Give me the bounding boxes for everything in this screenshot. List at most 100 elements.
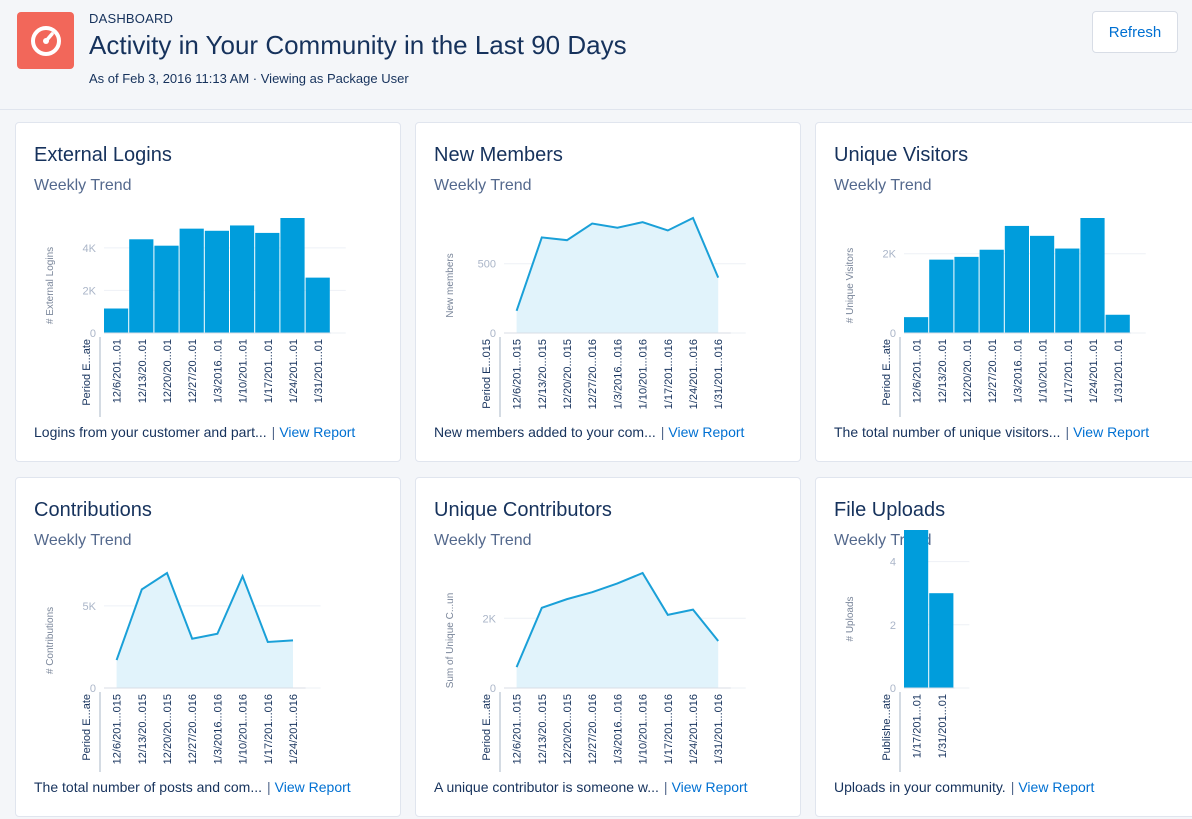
chart-bar[interactable] xyxy=(154,245,179,333)
x-tick-label: 12/13/20...015 xyxy=(137,694,149,764)
chart-bar[interactable] xyxy=(1030,235,1055,333)
y-tick-label: 0 xyxy=(890,683,896,695)
card-footer: New members added to your com... | View Re… xyxy=(434,424,744,440)
view-report-link[interactable]: View Report xyxy=(275,779,351,795)
dashboard-card: Unique Visitors Weekly Trend The total num… xyxy=(815,122,1192,462)
chart-bar[interactable] xyxy=(204,230,229,333)
dashboard-eyebrow: DASHBOARD xyxy=(89,11,174,26)
card-footer: A unique contributor is someone w... | Vie… xyxy=(434,779,748,795)
chart-bar[interactable] xyxy=(230,225,255,333)
x-tick-label: 1/3/2016...01 xyxy=(212,339,224,403)
y-tick-label: 0 xyxy=(90,683,96,695)
view-report-link[interactable]: View Report xyxy=(672,779,748,795)
view-report-link[interactable]: View Report xyxy=(1018,779,1094,795)
chart-bar[interactable] xyxy=(1080,218,1105,333)
chart-bar[interactable] xyxy=(929,593,954,688)
card-description: New members added to your com... xyxy=(434,424,656,440)
chart-area xyxy=(516,218,719,333)
chart: 0 5K # Contributions Period E...ate 12/6/201… xyxy=(45,571,321,772)
chart-bar[interactable] xyxy=(179,228,204,333)
x-tick-label: 12/20/20...01 xyxy=(162,339,174,403)
chart: 0 2 4 # Uploads Publishe...ate 1/17/201...01 1… xyxy=(845,530,970,772)
chart-bar[interactable] xyxy=(1055,248,1080,333)
card-description: The total number of posts and com... xyxy=(34,779,263,795)
footer-separator: | xyxy=(1010,779,1015,795)
y-axis-label: # Unique Visitors xyxy=(845,248,856,323)
card-description: Logins from your customer and part... xyxy=(34,424,267,440)
card-description: A unique contributor is someone w... xyxy=(434,779,659,795)
x-tick-label: 12/6/201...01 xyxy=(112,339,124,403)
y-tick-label: 0 xyxy=(490,683,496,695)
chart-bar[interactable] xyxy=(979,249,1004,333)
y-tick-label: 2K xyxy=(483,613,497,625)
x-tick-label: 1/10/201...01 xyxy=(238,339,250,403)
dashboard-card: File Uploads Weekly Trend Uploads in your … xyxy=(815,477,1192,817)
dashboard-card: New Members Weekly Trend New members added… xyxy=(415,122,801,462)
x-tick-label: 12/27/20...01 xyxy=(987,339,999,403)
card-footer: The total number of unique visitors... | V… xyxy=(834,424,1149,440)
chart-bar[interactable] xyxy=(104,308,129,333)
x-tick-label: 1/10/201...016 xyxy=(238,694,250,764)
page-title: Activity in Your Community in the Last 9… xyxy=(89,30,627,60)
x-tick-label: 12/13/20...01 xyxy=(937,339,949,403)
x-tick-label: 1/31/201...01 xyxy=(313,339,325,403)
card-footer: Uploads in your community. | View Report xyxy=(834,779,1094,795)
y-tick-label: 2K xyxy=(83,285,97,297)
chart-bar[interactable] xyxy=(255,232,280,333)
view-report-link[interactable]: View Report xyxy=(668,424,744,440)
page-subtitle: As of Feb 3, 2016 11:13 AM · Viewing as … xyxy=(89,71,409,86)
x-tick-label: 12/6/201...01 xyxy=(912,339,924,403)
x-axis-label: Period E...ate xyxy=(81,694,93,761)
dashboard-gauge-icon xyxy=(17,12,74,69)
x-tick-label: 12/6/201...015 xyxy=(112,694,124,764)
y-tick-label: 0 xyxy=(490,328,496,340)
x-tick-label: 1/10/201...016 xyxy=(638,339,650,409)
card-footer: The total number of posts and com... | Vie… xyxy=(34,779,351,795)
x-tick-label: 12/27/20...016 xyxy=(587,694,599,764)
x-axis-label: Period E...015 xyxy=(481,339,493,409)
footer-separator: | xyxy=(271,424,276,440)
y-tick-label: 5K xyxy=(83,601,97,613)
view-report-link[interactable]: View Report xyxy=(279,424,355,440)
y-tick-label: 4K xyxy=(83,243,97,255)
x-tick-label: 12/6/201...015 xyxy=(512,694,524,764)
x-tick-label: 1/31/201...01 xyxy=(1113,339,1125,403)
footer-separator: | xyxy=(267,779,271,795)
x-tick-label: 1/10/201...01 xyxy=(1038,339,1050,403)
x-tick-label: 1/17/201...016 xyxy=(663,339,675,409)
x-tick-label: 1/3/2016...016 xyxy=(212,694,224,764)
x-tick-label: 1/3/2016...016 xyxy=(612,339,624,409)
chart-bar[interactable] xyxy=(1004,225,1029,333)
footer-separator: | xyxy=(1065,424,1070,440)
x-tick-label: 1/31/201...016 xyxy=(713,694,725,764)
x-tick-label: 1/24/201...01 xyxy=(288,339,300,403)
y-axis-label: # Contributions xyxy=(45,607,56,674)
chart-bar[interactable] xyxy=(904,317,929,333)
x-axis-label: Period E...ate xyxy=(881,339,893,406)
chart: 0 2K Sum of Unique C...un Period E...ate 12/… xyxy=(445,571,746,772)
chart-bar[interactable] xyxy=(1105,314,1130,333)
footer-separator: | xyxy=(660,424,665,440)
x-tick-label: 1/17/201...01 xyxy=(1063,339,1075,403)
view-report-link[interactable]: View Report xyxy=(1073,424,1149,440)
x-tick-label: 12/27/20...016 xyxy=(187,694,199,764)
x-tick-label: 12/27/20...016 xyxy=(587,339,599,409)
chart-bar[interactable] xyxy=(280,218,305,333)
card-description: Uploads in your community. xyxy=(834,779,1006,795)
refresh-button[interactable]: Refresh xyxy=(1092,11,1178,53)
x-tick-label: 12/20/20...015 xyxy=(562,339,574,409)
x-tick-label: 1/24/201...016 xyxy=(688,339,700,409)
chart-bar[interactable] xyxy=(129,239,154,333)
chart-bar[interactable] xyxy=(904,530,929,688)
x-tick-label: 1/17/201...016 xyxy=(263,694,275,764)
chart-bar[interactable] xyxy=(305,277,330,333)
dashboard-header: DASHBOARD Activity in Your Community in … xyxy=(0,0,1192,110)
x-axis-label: Publishe...ate xyxy=(881,694,893,761)
y-axis-label: Sum of Unique C...un xyxy=(445,593,456,689)
x-tick-label: 12/6/201...015 xyxy=(512,339,524,409)
chart-bar[interactable] xyxy=(954,256,979,333)
chart-area xyxy=(516,573,719,688)
y-tick-label: 2K xyxy=(883,249,897,261)
dashboard-card: External Logins Weekly Trend Logins from y… xyxy=(15,122,401,462)
chart-bar[interactable] xyxy=(929,259,954,333)
